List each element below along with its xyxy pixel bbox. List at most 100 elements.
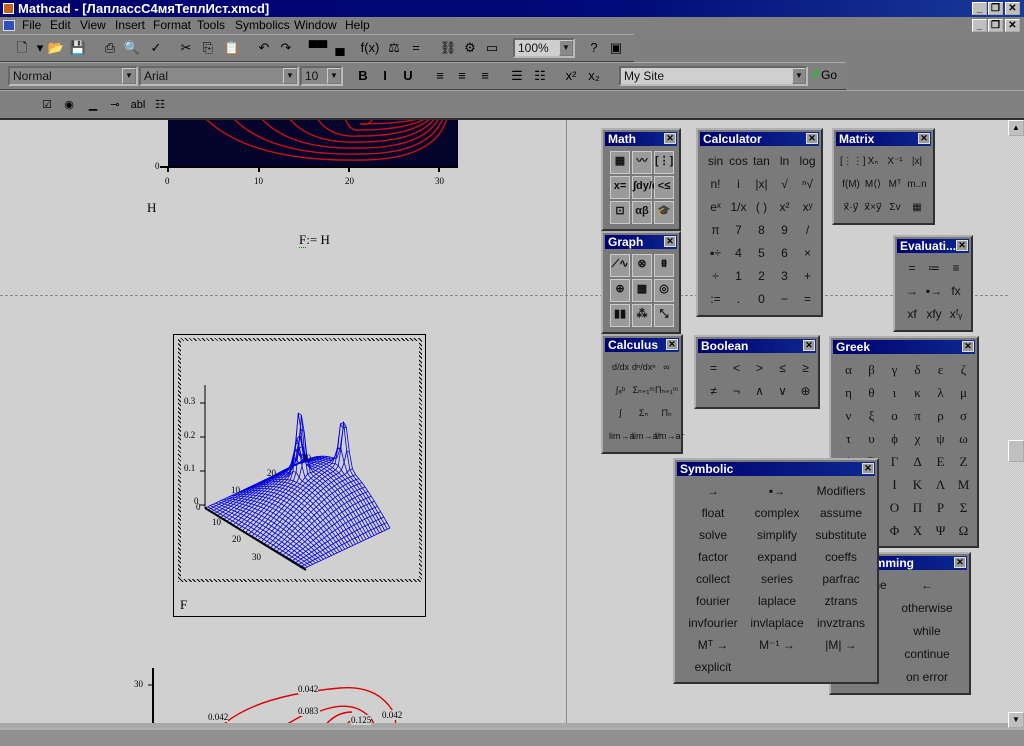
underline-button[interactable]: U bbox=[398, 66, 418, 86]
palette-button-calculator[interactable]: 1 bbox=[727, 265, 750, 288]
palette-button-math[interactable]: ▦ bbox=[610, 151, 630, 174]
palette-button-calculus[interactable]: d/dx bbox=[609, 356, 632, 379]
palette-button-greek[interactable]: ζ bbox=[952, 358, 975, 381]
palette-math[interactable]: Math ✕ ▦ 〰 [⋮] x= ∫dy/dx <≤ ⊡ αβ 🎓 bbox=[601, 128, 681, 231]
palette-button-greek[interactable]: Κ bbox=[906, 473, 929, 496]
close-button[interactable]: ✕ bbox=[1005, 2, 1020, 15]
insert-component-button[interactable]: ⚙ bbox=[460, 38, 480, 58]
palette-button-calculator[interactable]: ln bbox=[773, 150, 796, 173]
palette-button-matrix[interactable]: |x| bbox=[906, 150, 928, 173]
palette-button-calculator[interactable]: xʸ bbox=[796, 196, 819, 219]
palette-button-greek[interactable]: α bbox=[837, 358, 860, 381]
selection-frame[interactable] bbox=[178, 338, 422, 582]
close-icon[interactable]: ✕ bbox=[664, 133, 676, 144]
palette-button-greek[interactable]: μ bbox=[952, 381, 975, 404]
palette-button-evaluation[interactable]: ≔ bbox=[923, 257, 945, 280]
palette-button-greek[interactable]: ξ bbox=[860, 404, 883, 427]
save-button[interactable]: 💾 bbox=[68, 38, 88, 58]
print-button[interactable]: ⎙ bbox=[100, 38, 120, 58]
expression-H[interactable]: H bbox=[147, 200, 156, 216]
surface-plot-region[interactable]: F bbox=[173, 334, 426, 617]
palette-button-calculus[interactable]: lim→a bbox=[609, 425, 635, 448]
palette-button-calculator[interactable]: 7 bbox=[727, 219, 750, 242]
doc-minimize-button[interactable]: _ bbox=[972, 19, 987, 32]
palette-button-calculator[interactable]: 6 bbox=[773, 242, 796, 265]
palette-button-graph[interactable]: ⁂ bbox=[632, 304, 652, 327]
palette-button-calculator[interactable]: = bbox=[796, 288, 819, 311]
palette-button-matrix[interactable]: Σv bbox=[884, 196, 906, 219]
resource-center-button[interactable]: ▭ bbox=[482, 38, 502, 58]
align-down-button[interactable]: ▄ bbox=[330, 38, 350, 58]
palette-button-greek[interactable]: θ bbox=[860, 381, 883, 404]
palette-button-math[interactable]: ∫dy/dx bbox=[632, 176, 665, 199]
palette-button-symbolic[interactable]: |M| → bbox=[809, 634, 873, 656]
zoom-select[interactable]: 100% ▼ bbox=[513, 38, 575, 58]
doc-restore-button[interactable]: ❐ bbox=[988, 19, 1003, 32]
palette-button-greek[interactable]: χ bbox=[906, 427, 929, 450]
palette-button-symbolic[interactable]: parfrac bbox=[809, 568, 873, 590]
palette-button-symbolic[interactable]: → bbox=[681, 480, 745, 502]
palette-button-calculator[interactable]: ÷ bbox=[704, 265, 727, 288]
palette-button-greek[interactable]: υ bbox=[860, 427, 883, 450]
palette-button-symbolic[interactable]: laplace bbox=[745, 590, 809, 612]
palette-button-math[interactable]: 〰 bbox=[632, 151, 652, 174]
superscript-button[interactable]: x² bbox=[561, 66, 581, 86]
align-left-button[interactable]: ≡ bbox=[430, 66, 450, 86]
palette-button-graph[interactable]: ⟋∿ bbox=[610, 254, 630, 277]
palette-evaluation[interactable]: Evaluati... ✕ = ≔ ≡ → ▪→ fx xf xfy xᶠᵧ bbox=[893, 235, 973, 332]
palette-button-math[interactable]: <≤ bbox=[654, 176, 674, 199]
palette-button-evaluation[interactable]: ≡ bbox=[945, 257, 967, 280]
menu-format[interactable]: Format bbox=[153, 17, 191, 34]
palette-button-calculator[interactable]: 2 bbox=[750, 265, 773, 288]
menu-insert[interactable]: Insert bbox=[115, 17, 145, 34]
palette-button-greek[interactable]: Χ bbox=[906, 519, 929, 542]
palette-calculator[interactable]: Calculator ✕ sin cos tan ln log n! i |x| √ ⁿ√ eˣ 1/x(… bbox=[696, 128, 823, 317]
close-icon[interactable]: ✕ bbox=[954, 557, 966, 568]
horizontal-scrollbar[interactable] bbox=[0, 728, 1024, 746]
palette-button-math[interactable]: 🎓 bbox=[654, 201, 674, 224]
palette-button-symbolic[interactable]: ztrans bbox=[809, 590, 873, 612]
palette-button-greek[interactable]: Σ bbox=[952, 496, 975, 519]
open-button[interactable]: 📂 bbox=[46, 38, 66, 58]
palette-button-matrix[interactable]: x⃗·y⃗ bbox=[840, 196, 862, 219]
palette-button-calculator[interactable]: 1/x bbox=[727, 196, 750, 219]
palette-button-greek[interactable]: Ψ bbox=[929, 519, 952, 542]
palette-button-matrix[interactable]: m..n bbox=[906, 173, 928, 196]
palette-button-math[interactable]: αβ bbox=[632, 201, 652, 224]
palette-button-matrix[interactable]: Mᵀ bbox=[884, 173, 906, 196]
spell-check-button[interactable]: ✓ bbox=[146, 38, 166, 58]
palette-button-calculus[interactable]: Πₙ bbox=[655, 402, 678, 425]
new-button[interactable]: 🗋 bbox=[12, 38, 32, 58]
scroll-thumb[interactable] bbox=[1008, 440, 1024, 462]
palette-button-calculator[interactable]: := bbox=[704, 288, 727, 311]
palette-button-greek[interactable]: γ bbox=[883, 358, 906, 381]
palette-button-boolean[interactable]: ≤ bbox=[771, 357, 794, 380]
palette-button-graph[interactable]: ⊗ bbox=[632, 254, 652, 277]
palette-button-calculator[interactable]: log bbox=[796, 150, 819, 173]
copy-button[interactable]: ⎘ bbox=[198, 38, 218, 58]
chevron-down-icon[interactable]: ▼ bbox=[327, 68, 341, 84]
palette-button-greek[interactable]: Ρ bbox=[929, 496, 952, 519]
menu-symbolics[interactable]: Symbolics bbox=[235, 17, 290, 34]
menu-file[interactable]: File bbox=[22, 17, 41, 34]
palette-button-graph[interactable]: ◎ bbox=[654, 279, 674, 302]
palette-button-evaluation[interactable]: xᶠᵧ bbox=[945, 303, 967, 326]
palette-button-matrix[interactable]: Xₙ bbox=[862, 150, 884, 173]
palette-button-calculus[interactable]: dⁿ/dxⁿ bbox=[632, 356, 656, 379]
palette-button-greek[interactable]: Ε bbox=[929, 450, 952, 473]
menu-view[interactable]: View bbox=[80, 17, 106, 34]
palette-button-symbolic[interactable]: Mᵀ → bbox=[681, 634, 745, 656]
assignment-F[interactable]: F:= H bbox=[299, 232, 330, 248]
palette-button-greek[interactable]: ρ bbox=[929, 404, 952, 427]
tip-button[interactable]: ▣ bbox=[606, 38, 626, 58]
close-icon[interactable]: ✕ bbox=[918, 133, 930, 144]
go-button[interactable]: ↱Go bbox=[811, 68, 837, 82]
palette-button-calculator[interactable]: √ bbox=[773, 173, 796, 196]
numbering-button[interactable]: ☷ bbox=[530, 66, 550, 86]
palette-button-greek[interactable]: β bbox=[860, 358, 883, 381]
undo-button[interactable]: ↶ bbox=[254, 38, 274, 58]
palette-button-evaluation[interactable]: xf bbox=[901, 303, 923, 326]
print-preview-button[interactable]: 🔍 bbox=[122, 38, 142, 58]
palette-button-programming[interactable]: while bbox=[895, 620, 959, 643]
palette-button-greek[interactable]: ε bbox=[929, 358, 952, 381]
